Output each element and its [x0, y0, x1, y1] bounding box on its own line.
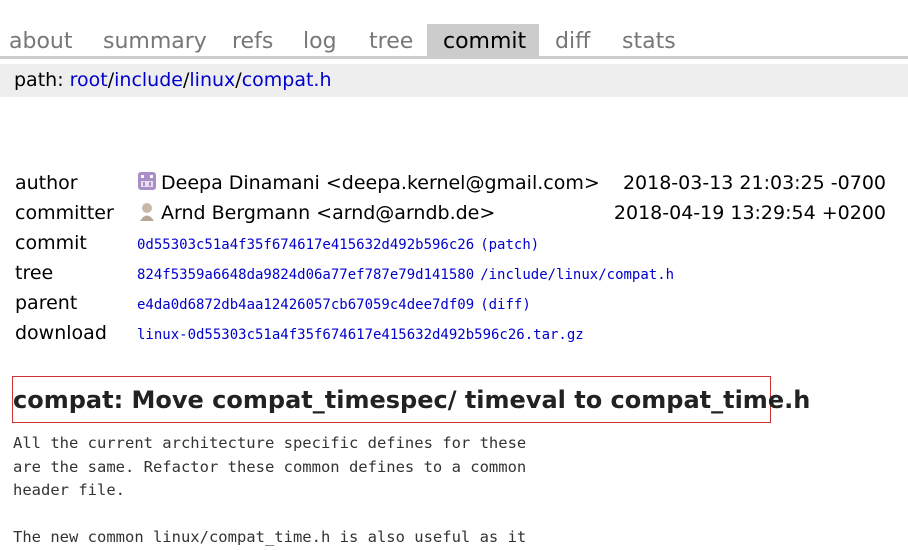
- patch-link[interactable]: (patch): [480, 237, 539, 253]
- committer-avatar-icon: [137, 201, 157, 221]
- tab-commit[interactable]: commit: [427, 24, 539, 56]
- author-row: author Deepa Dinamani <deepa.kernel@gmai…: [0, 168, 908, 198]
- tree-value: 824f5359a6648da9824d06a77ef787e79d141580…: [137, 258, 674, 290]
- committer-row: committer Arnd Bergmann <arnd@arndb.de> …: [0, 198, 908, 228]
- tab-tree[interactable]: tree: [369, 24, 413, 56]
- commit-subject-text: compat: Move compat_timespec/ timeval to…: [13, 386, 811, 414]
- tree-path-link[interactable]: /include/linux/compat.h: [480, 267, 674, 283]
- parent-value: e4da0d6872db4aa12426057cb67059c4dee7df09…: [137, 288, 531, 320]
- download-label: download: [15, 322, 107, 344]
- commit-hash-link[interactable]: 0d55303c51a4f35f674617e415632d492b596c26: [137, 237, 474, 253]
- tab-log[interactable]: log: [303, 24, 337, 56]
- path-root-link[interactable]: root: [70, 69, 108, 91]
- parent-row: parent e4da0d6872db4aa12426057cb67059c4d…: [0, 288, 908, 318]
- committer-label: committer: [15, 202, 114, 224]
- path-linux-link[interactable]: linux: [189, 69, 235, 91]
- author-avatar-icon: [138, 172, 156, 190]
- tab-diff[interactable]: diff: [555, 24, 590, 56]
- commit-message: All the current architecture specific de…: [13, 434, 527, 546]
- author-label: author: [15, 172, 78, 194]
- tab-summary[interactable]: summary: [103, 24, 207, 56]
- tab-bar: about summary refs log tree commit diff …: [0, 24, 908, 60]
- download-value: linux-0d55303c51a4f35f674617e415632d492b…: [137, 318, 584, 350]
- path-label: path:: [14, 69, 70, 91]
- path-bar: path: root/include/linux/compat.h: [0, 64, 908, 97]
- tab-underline: [0, 56, 908, 59]
- commit-row: commit 0d55303c51a4f35f674617e415632d492…: [0, 228, 908, 258]
- path-file-link[interactable]: compat.h: [242, 69, 332, 91]
- parent-hash-link[interactable]: e4da0d6872db4aa12426057cb67059c4dee7df09: [137, 297, 474, 313]
- tree-row: tree 824f5359a6648da9824d06a77ef787e79d1…: [0, 258, 908, 288]
- committer-date: 2018-04-19 13:29:54 +0200: [613, 202, 886, 224]
- author-date: 2018-03-13 21:03:25 -0700: [622, 172, 886, 194]
- parent-label: parent: [15, 292, 78, 314]
- tab-stats[interactable]: stats: [622, 24, 676, 56]
- commit-value: 0d55303c51a4f35f674617e415632d492b596c26…: [137, 228, 539, 260]
- download-tarball-link[interactable]: linux-0d55303c51a4f35f674617e415632d492b…: [137, 327, 584, 343]
- download-row: download linux-0d55303c51a4f35f674617e41…: [0, 318, 908, 348]
- author-name: Deepa Dinamani <deepa.kernel@gmail.com>: [161, 172, 600, 194]
- tree-hash-link[interactable]: 824f5359a6648da9824d06a77ef787e79d141580: [137, 267, 474, 283]
- tab-about[interactable]: about: [9, 24, 72, 56]
- committer-name: Arnd Bergmann <arnd@arndb.de>: [161, 202, 496, 224]
- diff-link[interactable]: (diff): [480, 297, 531, 313]
- path-include-link[interactable]: include: [114, 69, 183, 91]
- tab-refs[interactable]: refs: [232, 24, 273, 56]
- committer-value: Arnd Bergmann <arnd@arndb.de>: [137, 198, 495, 228]
- author-value: Deepa Dinamani <deepa.kernel@gmail.com>: [137, 168, 600, 198]
- commit-label: commit: [15, 232, 87, 254]
- tree-label: tree: [15, 262, 54, 284]
- commit-subject: compat: Move compat_timespec/ timeval to…: [12, 376, 810, 423]
